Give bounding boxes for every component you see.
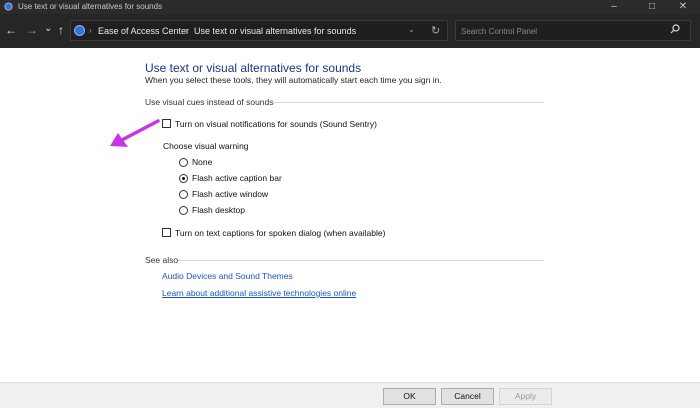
radio-flash-caption-bar[interactable] <box>179 174 188 183</box>
radio-flash-window-label[interactable]: Flash active window <box>192 189 268 199</box>
search-input[interactable] <box>459 24 663 39</box>
control-panel-icon <box>74 25 85 36</box>
title-bar: Use text or visual alternatives for soun… <box>0 0 700 14</box>
control-panel-icon <box>4 2 13 11</box>
chevron-down-icon[interactable]: ⌄ <box>408 25 415 34</box>
divider <box>272 102 544 103</box>
annotation-arrow <box>110 119 160 147</box>
divider <box>178 260 544 261</box>
choose-visual-warning-label: Choose visual warning <box>163 141 249 151</box>
radio-flash-desktop-label[interactable]: Flash desktop <box>192 205 245 215</box>
close-button[interactable]: ✕ <box>666 0 700 14</box>
text-captions-label[interactable]: Turn on text captions for spoken dialog … <box>175 228 385 238</box>
breadcrumb-current-page[interactable]: Use text or visual alternatives for soun… <box>194 26 356 36</box>
search-icon[interactable] <box>670 24 680 34</box>
section-heading-visual-cues: Use visual cues instead of sounds <box>145 97 274 107</box>
radio-flash-caption-bar-label[interactable]: Flash active caption bar <box>192 173 282 183</box>
forward-button[interactable]: → <box>26 23 38 37</box>
maximize-button[interactable]: □ <box>635 0 669 14</box>
ok-button[interactable]: OK <box>383 388 436 405</box>
sound-sentry-label[interactable]: Turn on visual notifications for sounds … <box>175 119 377 129</box>
radio-flash-window[interactable] <box>179 190 188 199</box>
radio-none-label[interactable]: None <box>192 157 212 167</box>
breadcrumb-ease-of-access[interactable]: Ease of Access Center <box>98 26 189 36</box>
link-audio-devices[interactable]: Audio Devices and Sound Themes <box>162 271 293 281</box>
up-button[interactable]: ↑ <box>58 23 64 37</box>
dialog-footer: OK Cancel Apply <box>0 382 700 408</box>
link-assistive-technologies[interactable]: Learn about additional assistive technol… <box>162 288 356 298</box>
page-subtitle: When you select these tools, they will a… <box>145 75 442 85</box>
page-title: Use text or visual alternatives for soun… <box>145 61 362 75</box>
search-box[interactable] <box>455 20 691 41</box>
window-title: Use text or visual alternatives for soun… <box>18 2 163 11</box>
recent-locations-button[interactable]: ⌄ <box>44 22 52 36</box>
breadcrumb-separator: › <box>185 26 188 35</box>
navigation-bar: ← → ⌄ ↑ › Ease of Access Center › Use te… <box>0 14 700 48</box>
sound-sentry-checkbox[interactable] <box>162 119 171 128</box>
radio-flash-desktop[interactable] <box>179 206 188 215</box>
apply-button[interactable]: Apply <box>499 388 552 405</box>
address-bar[interactable]: › Ease of Access Center › Use text or vi… <box>70 20 448 41</box>
minimize-button[interactable]: – <box>597 0 631 14</box>
see-also-heading: See also <box>145 255 179 265</box>
radio-none[interactable] <box>179 158 188 167</box>
back-button[interactable]: ← <box>5 23 17 37</box>
breadcrumb-separator: › <box>89 26 92 35</box>
cancel-button[interactable]: Cancel <box>441 388 494 405</box>
text-captions-checkbox[interactable] <box>162 228 171 237</box>
refresh-icon[interactable]: ↻ <box>431 24 440 37</box>
main-content: Use text or visual alternatives for soun… <box>0 48 700 382</box>
